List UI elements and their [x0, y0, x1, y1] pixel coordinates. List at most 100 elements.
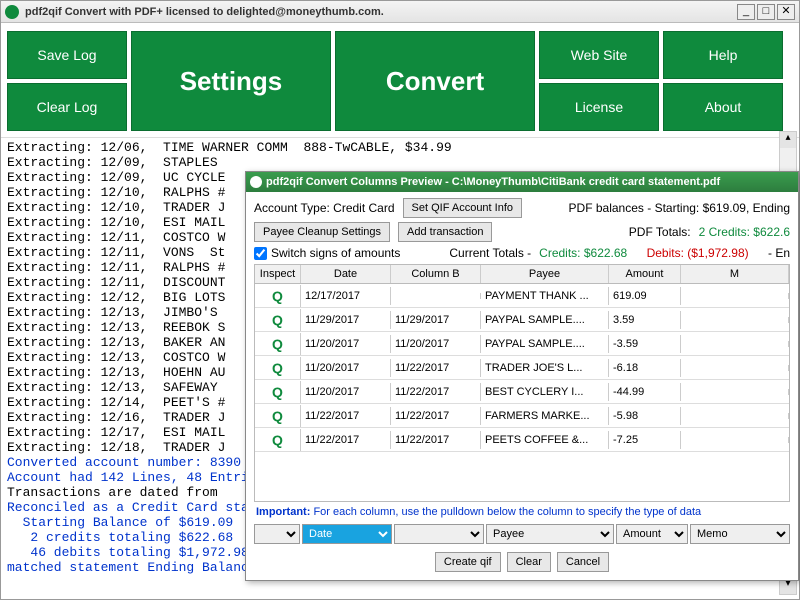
- switch-signs-checkbox[interactable]: Switch signs of amounts: [254, 246, 400, 260]
- amount-cell[interactable]: -5.98: [609, 407, 681, 425]
- close-button[interactable]: ✕: [777, 4, 795, 20]
- inspect-cell[interactable]: Q: [255, 333, 301, 355]
- window-title: pdf2qif Convert with PDF+ licensed to de…: [25, 6, 737, 18]
- magnifier-icon[interactable]: Q: [272, 288, 283, 304]
- memo-cell[interactable]: [681, 389, 789, 395]
- amount-cell[interactable]: -3.59: [609, 335, 681, 353]
- payee-cell[interactable]: PEETS COFFEE &...: [481, 431, 609, 449]
- amount-cell[interactable]: -6.18: [609, 359, 681, 377]
- col-amount[interactable]: Amount: [609, 265, 681, 283]
- clear-log-button[interactable]: Clear Log: [7, 83, 127, 131]
- inspect-cell[interactable]: Q: [255, 429, 301, 451]
- preview-titlebar: pdf2qif Convert Columns Preview - C:\Mon…: [246, 172, 798, 192]
- set-qif-account-button[interactable]: Set QIF Account Info: [403, 198, 523, 218]
- inspect-cell[interactable]: Q: [255, 381, 301, 403]
- memo-cell[interactable]: [681, 317, 789, 323]
- website-button[interactable]: Web Site: [539, 31, 659, 79]
- memo-cell[interactable]: [681, 365, 789, 371]
- create-qif-button[interactable]: Create qif: [435, 552, 501, 572]
- date-cell[interactable]: 11/20/2017: [301, 383, 391, 401]
- magnifier-icon[interactable]: Q: [272, 408, 283, 424]
- column-type-selectors: Date Payee Amount Memo: [254, 522, 790, 546]
- sel-inspect[interactable]: [254, 524, 300, 544]
- settings-button[interactable]: Settings: [131, 31, 331, 131]
- scroll-up-icon[interactable]: ▴: [780, 132, 796, 148]
- date-cell[interactable]: 12/17/2017: [301, 287, 391, 305]
- clear-button[interactable]: Clear: [507, 552, 551, 572]
- pdf-balances-label: PDF balances - Starting: $619.09, Ending: [569, 201, 790, 215]
- colb-cell[interactable]: 11/22/2017: [391, 359, 481, 377]
- table-row: Q 11/20/201711/22/2017TRADER JOE'S L...-6…: [255, 356, 789, 380]
- table-row: Q 11/20/201711/22/2017BEST CYCLERY I...-4…: [255, 380, 789, 404]
- col-date[interactable]: Date: [301, 265, 391, 283]
- colb-cell[interactable]: 11/29/2017: [391, 311, 481, 329]
- colb-cell[interactable]: 11/20/2017: [391, 335, 481, 353]
- account-type-label: Account Type: Credit Card: [254, 201, 395, 215]
- preview-app-icon: [250, 176, 262, 188]
- inspect-cell[interactable]: Q: [255, 309, 301, 331]
- magnifier-icon[interactable]: Q: [272, 336, 283, 352]
- col-inspect[interactable]: Inspect: [255, 265, 301, 283]
- transactions-grid: Inspect Date Column B Payee Amount M Q 12…: [254, 264, 790, 502]
- date-cell[interactable]: 11/29/2017: [301, 311, 391, 329]
- colb-cell[interactable]: 11/22/2017: [391, 407, 481, 425]
- magnifier-icon[interactable]: Q: [272, 384, 283, 400]
- memo-cell[interactable]: [681, 341, 789, 347]
- amount-cell[interactable]: -7.25: [609, 431, 681, 449]
- colb-cell[interactable]: [391, 293, 481, 299]
- license-button[interactable]: License: [539, 83, 659, 131]
- preview-title: pdf2qif Convert Columns Preview - C:\Mon…: [266, 176, 720, 188]
- payee-cell[interactable]: PAYPAL SAMPLE....: [481, 335, 609, 353]
- magnifier-icon[interactable]: Q: [272, 312, 283, 328]
- inspect-cell[interactable]: Q: [255, 357, 301, 379]
- add-transaction-button[interactable]: Add transaction: [398, 222, 492, 242]
- payee-cell[interactable]: PAYMENT THANK ...: [481, 287, 609, 305]
- date-cell[interactable]: 11/20/2017: [301, 359, 391, 377]
- table-row: Q11/20/201711/20/2017PAYPAL SAMPLE....-3…: [255, 332, 789, 356]
- main-toolbar: Save Log Clear Log Settings Convert Web …: [1, 23, 799, 138]
- date-cell[interactable]: 11/22/2017: [301, 431, 391, 449]
- switch-signs-input[interactable]: [254, 247, 267, 260]
- inspect-cell[interactable]: Q: [255, 285, 301, 307]
- date-cell[interactable]: 11/22/2017: [301, 407, 391, 425]
- table-row: Q11/22/201711/22/2017PEETS COFFEE &...-7…: [255, 428, 789, 452]
- colb-cell[interactable]: 11/22/2017: [391, 383, 481, 401]
- payee-cell[interactable]: BEST CYCLERY I...: [481, 383, 609, 401]
- magnifier-icon[interactable]: Q: [272, 432, 283, 448]
- memo-cell[interactable]: [681, 437, 789, 443]
- about-button[interactable]: About: [663, 83, 783, 131]
- payee-cell[interactable]: FARMERS MARKE...: [481, 407, 609, 425]
- save-log-button[interactable]: Save Log: [7, 31, 127, 79]
- columns-preview-dialog: pdf2qif Convert Columns Preview - C:\Mon…: [245, 171, 799, 581]
- col-memo[interactable]: M: [681, 265, 789, 283]
- sel-amount[interactable]: Amount: [616, 524, 688, 544]
- amount-cell[interactable]: -44.99: [609, 383, 681, 401]
- help-button[interactable]: Help: [663, 31, 783, 79]
- convert-button[interactable]: Convert: [335, 31, 535, 131]
- maximize-button[interactable]: □: [757, 4, 775, 20]
- inspect-cell[interactable]: Q: [255, 405, 301, 427]
- minimize-button[interactable]: _: [737, 4, 755, 20]
- colb-cell[interactable]: 11/22/2017: [391, 431, 481, 449]
- main-titlebar: pdf2qif Convert with PDF+ licensed to de…: [1, 1, 799, 23]
- switch-signs-label: Switch signs of amounts: [271, 246, 400, 260]
- sel-date[interactable]: Date: [302, 524, 392, 544]
- amount-cell[interactable]: 619.09: [609, 287, 681, 305]
- payee-cell[interactable]: TRADER JOE'S L...: [481, 359, 609, 377]
- amount-cell[interactable]: 3.59: [609, 311, 681, 329]
- memo-cell[interactable]: [681, 293, 789, 299]
- sel-payee[interactable]: Payee: [486, 524, 614, 544]
- table-row: Q 12/17/2017 PAYMENT THANK ...619.09: [255, 284, 789, 308]
- important-note: Important: For each column, use the pull…: [254, 502, 790, 522]
- payee-cleanup-button[interactable]: Payee Cleanup Settings: [254, 222, 390, 242]
- sel-colb[interactable]: [394, 524, 484, 544]
- payee-cell[interactable]: PAYPAL SAMPLE....: [481, 311, 609, 329]
- col-payee[interactable]: Payee: [481, 265, 609, 283]
- magnifier-icon[interactable]: Q: [272, 360, 283, 376]
- memo-cell[interactable]: [681, 413, 789, 419]
- col-b[interactable]: Column B: [391, 265, 481, 283]
- date-cell[interactable]: 11/20/2017: [301, 335, 391, 353]
- cancel-button[interactable]: Cancel: [557, 552, 609, 572]
- sel-memo[interactable]: Memo: [690, 524, 790, 544]
- current-ending: - En: [768, 246, 790, 260]
